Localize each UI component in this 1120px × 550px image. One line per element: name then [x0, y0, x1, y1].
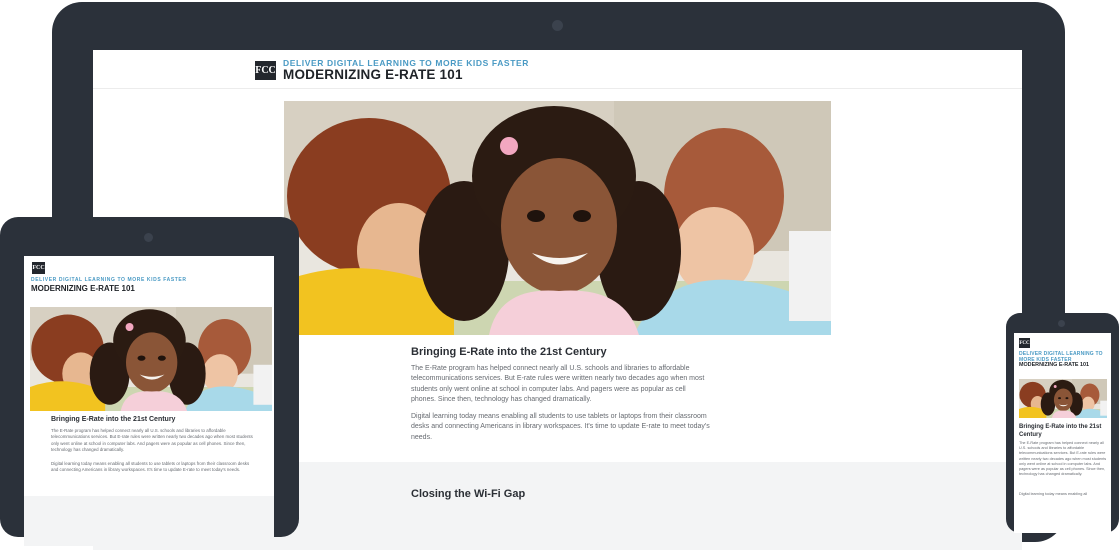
- article-heading: Bringing E-Rate into the 21st Century: [51, 416, 176, 423]
- phone-device-frame: FCC DELIVER DIGITAL LEARNING TO MORE KID…: [1006, 313, 1119, 533]
- page-title: MODERNIZING E-RATE 101: [283, 67, 463, 82]
- phone-screen: FCC DELIVER DIGITAL LEARNING TO MORE KID…: [1014, 333, 1111, 533]
- fcc-logo[interactable]: FCC: [32, 262, 45, 274]
- article-paragraph-2: Digital learning today means enabling al…: [51, 461, 250, 473]
- section-band: [24, 496, 274, 546]
- article-paragraph-1: The E-Rate program has helped connect ne…: [1019, 441, 1107, 477]
- article-heading: Bringing E-Rate into the 21st Century: [411, 346, 607, 358]
- site-kicker: DELIVER DIGITAL LEARNING TO MORE KIDS FA…: [31, 277, 187, 283]
- article-heading: Bringing E-Rate into the 21st Century: [1019, 424, 1102, 438]
- hero-image: [1019, 379, 1107, 418]
- header-divider: [93, 88, 1022, 89]
- page-title: MODERNIZING E-RATE 101: [31, 284, 135, 293]
- tablet-device-frame: FCC DELIVER DIGITAL LEARNING TO MORE KID…: [0, 217, 299, 546]
- page-title: MODERNIZING E-RATE 101: [1019, 362, 1089, 368]
- hero-image: [30, 307, 272, 411]
- article-paragraph-2-partial: Digital learning today means enabling al…: [1019, 492, 1088, 496]
- article-paragraph-1: The E-Rate program has helped connect ne…: [51, 428, 253, 452]
- laptop-camera-icon: [552, 20, 563, 31]
- fcc-logo[interactable]: FCC: [255, 61, 276, 80]
- section2-heading: Closing the Wi-Fi Gap: [411, 488, 526, 500]
- fcc-logo[interactable]: FCC: [1019, 338, 1030, 348]
- tablet-camera-icon: [144, 233, 153, 242]
- article-paragraph-1: The E-Rate program has helped connect ne…: [411, 365, 705, 404]
- hero-image: [284, 101, 831, 335]
- phone-camera-icon: [1058, 320, 1065, 327]
- article-paragraph-2: Digital learning today means enabling al…: [411, 413, 710, 441]
